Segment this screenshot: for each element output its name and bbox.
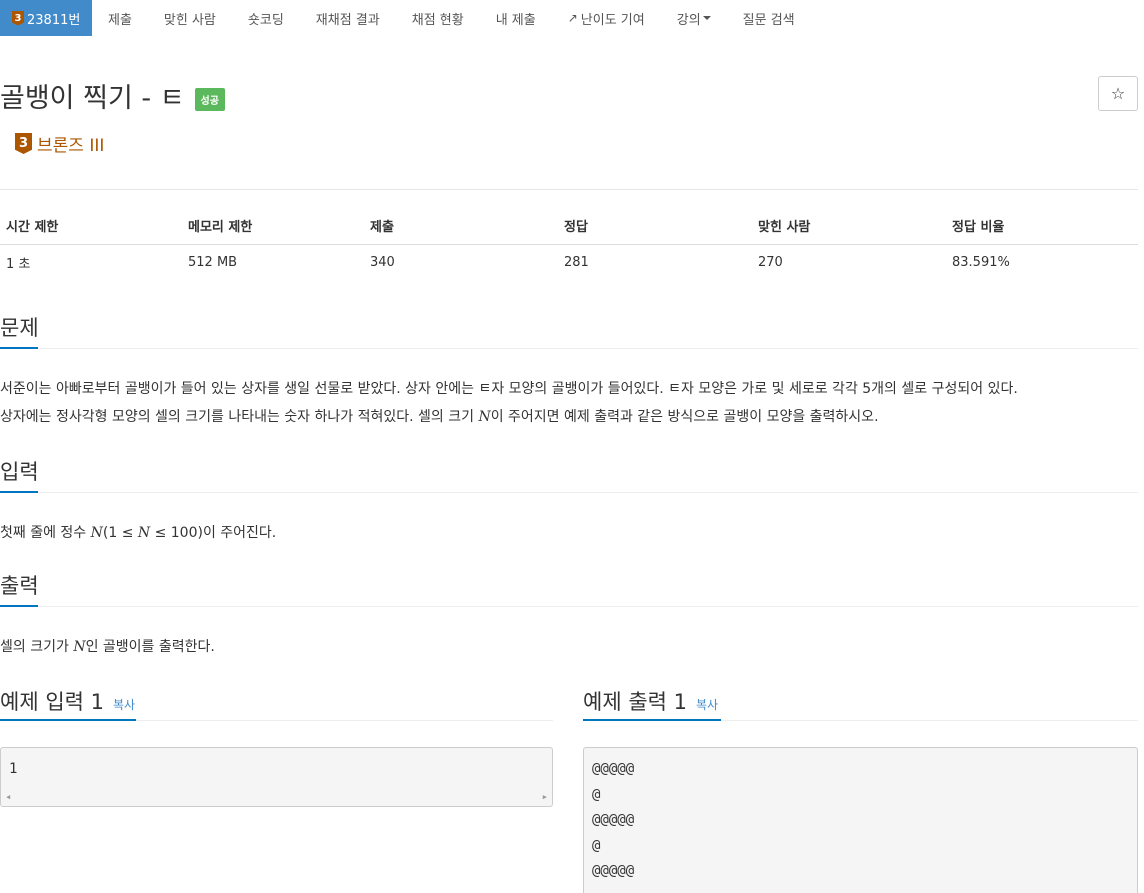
scroll-left-arrow-icon[interactable]: ◀	[6, 785, 10, 806]
nav-short-coding-label: 숏코딩	[247, 12, 284, 28]
output-description: 셀의 크기가 N인 골뱅이를 출력한다.	[0, 633, 1144, 661]
section-underline	[0, 491, 38, 493]
problem-text-span: 이 주어지면 예제 출력과 같은 방식으로 골뱅이 모양을 출력하시오.	[490, 409, 879, 425]
section-underline	[583, 719, 721, 721]
scroll-right-arrow-icon[interactable]: ▶	[543, 785, 547, 806]
status-badge: 성공	[194, 88, 225, 111]
section-underline	[0, 605, 38, 607]
nav-lectures-label: 강의	[676, 12, 701, 28]
sample-input-box[interactable]: 1 ◀ ▶	[0, 747, 553, 807]
output-text-span: 인 골뱅이를 출력한다.	[85, 639, 215, 655]
nav-question-search[interactable]: 질문 검색	[727, 0, 811, 36]
cell-solved-users: 270	[758, 254, 783, 270]
tier-badge-icon: 3	[12, 10, 24, 26]
section-title-input: 입력	[0, 460, 39, 484]
sample-output-text: @@@@@ @ @@@@@ @ @@@@@	[592, 761, 635, 879]
tier-label: 브론즈 III	[37, 136, 105, 156]
input-text-span: (1 ≤	[102, 525, 138, 541]
problem-tier[interactable]: 3 브론즈 III	[15, 131, 104, 156]
copy-sample-output-button[interactable]: 복사	[696, 696, 718, 713]
nav-my-submissions[interactable]: 내 제출	[480, 0, 552, 36]
nav-judge-status[interactable]: 채점 현황	[396, 0, 480, 36]
nav-lectures-dropdown[interactable]: 강의	[661, 0, 727, 36]
cell-accept-ratio: 83.591%	[952, 254, 1010, 270]
section-divider	[0, 492, 1138, 493]
nav-submit[interactable]: 제출	[92, 0, 148, 36]
problem-info-table: 시간 제한 메모리 제한 제출 정답 맞힌 사람 정답 비율 1 초 512 M…	[0, 208, 1138, 280]
star-icon: ☆	[1110, 84, 1126, 103]
problem-title: 골뱅이 찍기 - ㅌ 성공	[0, 76, 225, 115]
header-submissions: 제출	[364, 208, 558, 245]
header-accept-ratio: 정답 비율	[946, 208, 1138, 245]
nav-problem-number[interactable]: 3 23811번	[0, 0, 92, 36]
problem-title-text: 골뱅이 찍기 - ㅌ	[0, 83, 185, 114]
section-underline	[0, 347, 38, 349]
header-solved-users: 맞힌 사람	[752, 208, 946, 245]
sample-input-title: 예제 입력 1	[0, 690, 104, 714]
problem-nav: 3 23811번 제출 맞힌 사람 숏코딩 재채점 결과 채점 현황 내 제출 …	[0, 0, 1144, 36]
nav-solved-users[interactable]: 맞힌 사람	[148, 0, 232, 36]
section-underline	[0, 719, 136, 721]
math-variable: N	[73, 639, 86, 655]
nav-difficulty-contribution-label: 난이도 기여	[580, 12, 645, 28]
external-link-icon: ↗	[567, 11, 578, 25]
sample-output-box[interactable]: @@@@@ @ @@@@@ @ @@@@@	[583, 747, 1138, 893]
input-description: 첫째 줄에 정수 N(1 ≤ N ≤ 100)이 주어진다.	[0, 519, 1144, 547]
cell-time-limit: 1 초	[6, 256, 31, 272]
table-row: 1 초 512 MB 340 281 270 83.591%	[0, 244, 1138, 280]
horizontal-scrollbar[interactable]: ◀ ▶	[2, 791, 551, 805]
nav-judge-status-label: 채점 현황	[411, 12, 464, 28]
input-text-span: 첫째 줄에 정수	[0, 525, 91, 541]
section-title-problem: 문제	[0, 316, 39, 340]
section-title-output: 출력	[0, 574, 39, 598]
sample-input-text: 1	[9, 761, 18, 777]
output-text-span: 셀의 크기가	[0, 639, 74, 655]
favorite-star-button[interactable]: ☆	[1098, 76, 1138, 111]
sample-output-title: 예제 출력 1	[583, 690, 687, 714]
caret-down-icon	[702, 16, 711, 20]
cell-submissions: 340	[370, 254, 395, 270]
tier-badge-icon: 3	[15, 133, 32, 154]
nav-rejudge-results-label: 재채점 결과	[315, 12, 380, 28]
table-header-row: 시간 제한 메모리 제한 제출 정답 맞힌 사람 정답 비율	[0, 208, 1138, 245]
nav-my-submissions-label: 내 제출	[495, 12, 536, 28]
cell-accepted: 281	[564, 254, 589, 270]
header-memory-limit: 메모리 제한	[182, 208, 364, 245]
section-divider	[0, 606, 1138, 607]
nav-difficulty-contribution[interactable]: ↗ 난이도 기여	[552, 0, 661, 36]
nav-rejudge-results[interactable]: 재채점 결과	[300, 0, 396, 36]
section-divider	[0, 348, 1138, 349]
problem-text-line: 상자에는 정사각형 모양의 셀의 크기를 나타내는 숫자 하나가 적혀있다. 셀…	[0, 403, 1144, 431]
math-variable: N	[478, 409, 491, 425]
sample-output-heading: 예제 출력 1 복사	[583, 686, 718, 716]
problem-text-span: 상자에는 정사각형 모양의 셀의 크기를 나타내는 숫자 하나가 적혀있다. 셀…	[0, 409, 479, 425]
nav-submit-label: 제출	[108, 12, 132, 28]
sample-input-heading: 예제 입력 1 복사	[0, 686, 135, 716]
copy-sample-input-button[interactable]: 복사	[113, 696, 135, 713]
header-time-limit: 시간 제한	[0, 208, 182, 245]
cell-memory-limit: 512 MB	[188, 254, 238, 270]
divider	[0, 189, 1138, 190]
math-variable: N	[90, 525, 103, 541]
nav-short-coding[interactable]: 숏코딩	[232, 0, 300, 36]
math-variable: N	[137, 525, 151, 541]
input-text-span: ≤ 100)이 주어진다.	[150, 525, 277, 541]
problem-text-line: 서준이는 아빠로부터 골뱅이가 들어 있는 상자를 생일 선물로 받았다. 상자…	[0, 381, 1018, 397]
header-accepted: 정답	[558, 208, 752, 245]
nav-question-search-label: 질문 검색	[742, 12, 795, 28]
nav-solved-users-label: 맞힌 사람	[163, 12, 216, 28]
nav-problem-number-label: 23811번	[27, 12, 81, 28]
problem-description: 서준이는 아빠로부터 골뱅이가 들어 있는 상자를 생일 선물로 받았다. 상자…	[0, 375, 1144, 431]
